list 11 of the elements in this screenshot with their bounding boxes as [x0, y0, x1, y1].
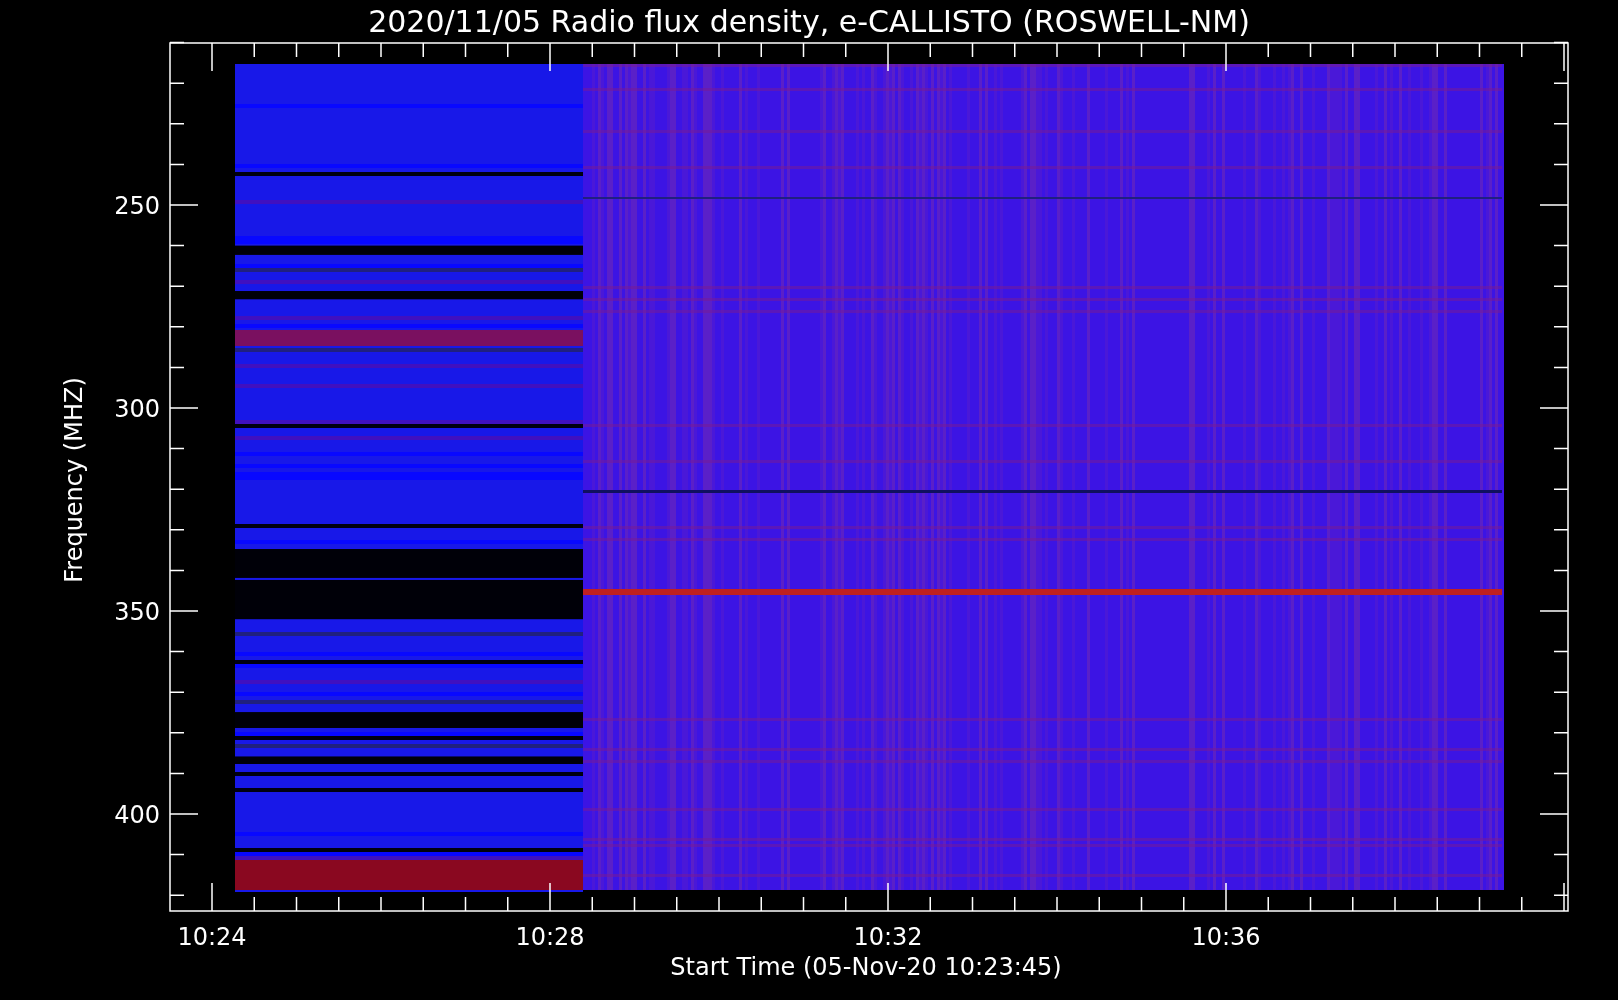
x-tick-label: 10:32	[853, 923, 923, 951]
x-tick-label: 10:28	[515, 923, 585, 951]
y-tick-label: 400	[114, 801, 160, 829]
y-tick-label: 250	[114, 192, 160, 220]
y-tick-label: 300	[114, 395, 160, 423]
x-tick-label: 10:24	[177, 923, 247, 951]
y-tick-label: 350	[114, 598, 160, 626]
x-axis-label: Start Time (05-Nov-20 10:23:45)	[670, 953, 1062, 981]
x-tick-label: 10:36	[1191, 923, 1261, 951]
y-axis-label: Frequency (MHZ)	[60, 377, 88, 583]
chart-title: 2020/11/05 Radio flux density, e-CALLISTO (ROSWELL-NM)	[368, 4, 1250, 39]
